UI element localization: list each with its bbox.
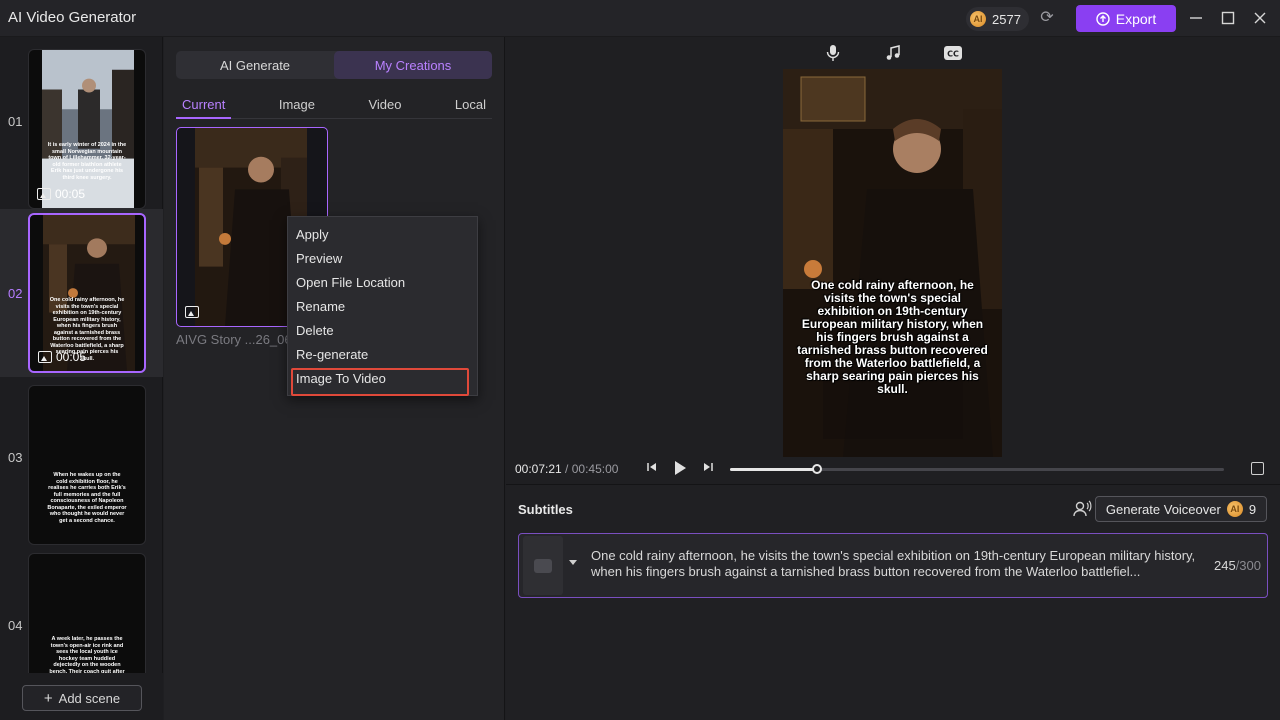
menu-item-delete[interactable]: Delete bbox=[296, 323, 334, 338]
generate-voiceover-label: Generate Voiceover bbox=[1105, 501, 1221, 517]
scene-number: 03 bbox=[8, 450, 23, 465]
char-count-max: /300 bbox=[1235, 558, 1261, 573]
video-preview[interactable]: One cold rainy afternoon, he visits the … bbox=[783, 69, 1002, 457]
credits-count: 2577 bbox=[992, 11, 1021, 27]
progress-handle[interactable] bbox=[812, 464, 823, 474]
scene-text: It is early winter of 2024 in the small … bbox=[47, 142, 127, 181]
creation-tabs: Current Image Video Local bbox=[176, 97, 492, 119]
playback-progress-bar[interactable] bbox=[730, 464, 1224, 474]
mode-switch: AI Generate My Creations bbox=[176, 51, 492, 79]
time-separator: / bbox=[561, 462, 572, 476]
chevron-down-icon[interactable] bbox=[569, 560, 577, 565]
upload-icon bbox=[1096, 11, 1110, 26]
coin-icon: AI bbox=[970, 11, 986, 27]
play-icon[interactable] bbox=[673, 460, 687, 479]
image-icon bbox=[37, 188, 51, 200]
subtitles-title: Subtitles bbox=[518, 502, 573, 517]
scene-text: When he wakes up on the cold exhibition … bbox=[47, 472, 127, 524]
voice-settings-icon[interactable] bbox=[1072, 500, 1092, 518]
subtitles-panel: Subtitles Generate Voiceover AI 9 One co… bbox=[506, 484, 1280, 720]
ai-generate-tab[interactable]: AI Generate bbox=[176, 51, 334, 79]
close-icon[interactable] bbox=[1250, 8, 1270, 28]
closed-captions-icon[interactable]: CC bbox=[942, 42, 964, 64]
refresh-icon[interactable]: ⟳ bbox=[1038, 9, 1056, 27]
app-title: AI Video Generator bbox=[8, 9, 137, 26]
fullscreen-icon[interactable] bbox=[1251, 462, 1264, 475]
menu-item-regenerate[interactable]: Re-generate bbox=[296, 347, 368, 362]
svg-text:CC: CC bbox=[947, 50, 959, 59]
scene-thumbnail[interactable]: A week later, he passes the town's open-… bbox=[28, 553, 146, 677]
scene-number: 04 bbox=[8, 618, 23, 633]
plus-icon: + bbox=[43, 689, 53, 707]
total-time: 00:45:00 bbox=[571, 462, 619, 476]
char-count-value: 245 bbox=[1213, 558, 1236, 573]
scene-duration: 00:05 bbox=[56, 350, 87, 364]
voice-avatar-icon bbox=[534, 558, 552, 573]
add-scene-label: Add scene bbox=[58, 690, 121, 706]
export-button[interactable]: Export bbox=[1076, 5, 1176, 32]
menu-item-apply[interactable]: Apply bbox=[296, 227, 329, 242]
scene-item[interactable]: 03 When he wakes up on the cold exhibiti… bbox=[0, 377, 163, 545]
subtitle-text[interactable]: One cold rainy afternoon, he visits the … bbox=[591, 548, 1211, 580]
preview-image bbox=[783, 69, 1002, 457]
generate-voiceover-button[interactable]: Generate Voiceover AI 9 bbox=[1095, 496, 1267, 522]
menu-item-image-to-video[interactable]: Image To Video bbox=[296, 371, 386, 386]
scene-item[interactable]: 04 A week later, he passes the town's op… bbox=[0, 545, 163, 677]
character-count: 245/300 bbox=[1214, 558, 1261, 573]
creation-name: AIVG Story ...26_06 bbox=[176, 332, 292, 347]
scenes-panel: 01 It is early winter of 2024 in the sma… bbox=[0, 37, 163, 720]
scene-number: 02 bbox=[8, 286, 23, 301]
scene-item-active[interactable]: 02 One cold rainy afternoon, he visits t… bbox=[0, 209, 163, 377]
previous-frame-icon[interactable] bbox=[646, 461, 658, 476]
tab-image[interactable]: Image bbox=[273, 97, 321, 119]
scene-thumbnail[interactable]: It is early winter of 2024 in the small … bbox=[28, 49, 146, 209]
next-frame-icon[interactable] bbox=[702, 461, 714, 476]
preview-caption: One cold rainy afternoon, he visits the … bbox=[797, 278, 988, 396]
subtitle-row[interactable]: One cold rainy afternoon, he visits the … bbox=[518, 533, 1268, 598]
image-type-icon bbox=[185, 306, 199, 318]
scene-image bbox=[42, 50, 134, 208]
progress-fill bbox=[730, 468, 818, 471]
title-bar: AI Video Generator AI 2577 ⟳ Export bbox=[0, 0, 1280, 37]
voice-avatar[interactable] bbox=[523, 536, 563, 595]
minimize-icon[interactable] bbox=[1186, 8, 1206, 28]
my-creations-tab[interactable]: My Creations bbox=[334, 51, 492, 79]
tab-current[interactable]: Current bbox=[176, 97, 232, 119]
scene-item[interactable]: 01 It is early winter of 2024 in the sma… bbox=[0, 41, 163, 209]
scene-text: A week later, he passes the town's open-… bbox=[49, 636, 125, 677]
scene-duration: 00:05 bbox=[55, 187, 86, 201]
scene-thumbnail[interactable]: When he wakes up on the cold exhibition … bbox=[28, 385, 146, 545]
time-display: 00:07:21 / 00:45:00 bbox=[515, 462, 618, 476]
add-scene-button[interactable]: + Add scene bbox=[22, 685, 142, 711]
export-label: Export bbox=[1115, 10, 1157, 27]
microphone-icon[interactable] bbox=[822, 42, 844, 64]
coin-icon: AI bbox=[1226, 501, 1243, 517]
scene-duration-badge: 00:05 bbox=[38, 350, 86, 364]
voiceover-cost: 9 bbox=[1248, 501, 1257, 517]
scene-number: 01 bbox=[8, 114, 23, 129]
menu-item-rename[interactable]: Rename bbox=[296, 299, 345, 314]
menu-item-open-file-location[interactable]: Open File Location bbox=[296, 275, 405, 290]
image-icon bbox=[38, 351, 52, 363]
music-icon[interactable] bbox=[882, 42, 904, 64]
maximize-icon[interactable] bbox=[1218, 8, 1238, 28]
menu-item-preview[interactable]: Preview bbox=[296, 251, 342, 266]
context-menu: Apply Preview Open File Location Rename … bbox=[287, 216, 478, 396]
scene-duration-badge: 00:05 bbox=[37, 187, 85, 201]
tab-local[interactable]: Local bbox=[449, 97, 492, 119]
current-time: 00:07:21 bbox=[515, 462, 562, 476]
credits-badge[interactable]: AI 2577 bbox=[966, 7, 1029, 31]
tab-video[interactable]: Video bbox=[362, 97, 407, 119]
scene-thumbnail[interactable]: One cold rainy afternoon, he visits the … bbox=[28, 213, 146, 373]
